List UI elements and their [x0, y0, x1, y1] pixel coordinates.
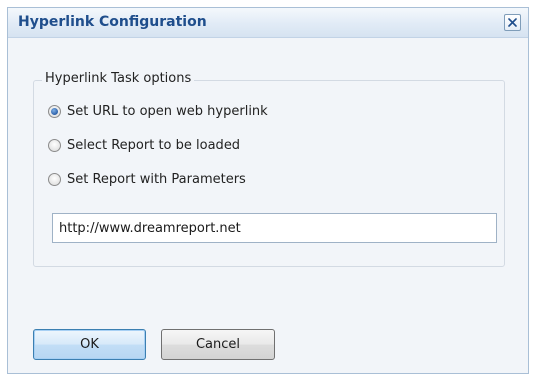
radio-report-parameters[interactable] [48, 172, 61, 186]
cancel-button[interactable]: Cancel [161, 329, 275, 360]
close-icon [508, 18, 517, 27]
dialog-body: Hyperlink Task options Set URL to open w… [8, 38, 528, 373]
radio-set-url[interactable] [48, 104, 61, 118]
option-set-url-label[interactable]: Set URL to open web hyperlink [67, 104, 268, 119]
option-select-report-label[interactable]: Select Report to be loaded [67, 138, 240, 153]
group-legend: Hyperlink Task options [42, 71, 195, 86]
ok-button[interactable]: OK [33, 329, 146, 360]
option-select-report[interactable]: Select Report to be loaded [48, 136, 240, 154]
option-report-parameters-label[interactable]: Set Report with Parameters [67, 172, 246, 187]
hyperlink-configuration-dialog: Hyperlink Configuration Hyperlink Task o… [7, 7, 529, 374]
dialog-title-bar[interactable]: Hyperlink Configuration [8, 8, 528, 38]
dialog-title: Hyperlink Configuration [18, 14, 207, 30]
radio-select-report[interactable] [48, 138, 61, 152]
option-report-parameters[interactable]: Set Report with Parameters [48, 170, 246, 188]
hyperlink-task-options-group: Hyperlink Task options Set URL to open w… [33, 71, 505, 267]
url-input[interactable] [52, 213, 497, 243]
close-button[interactable] [504, 14, 521, 31]
option-set-url[interactable]: Set URL to open web hyperlink [48, 102, 268, 120]
